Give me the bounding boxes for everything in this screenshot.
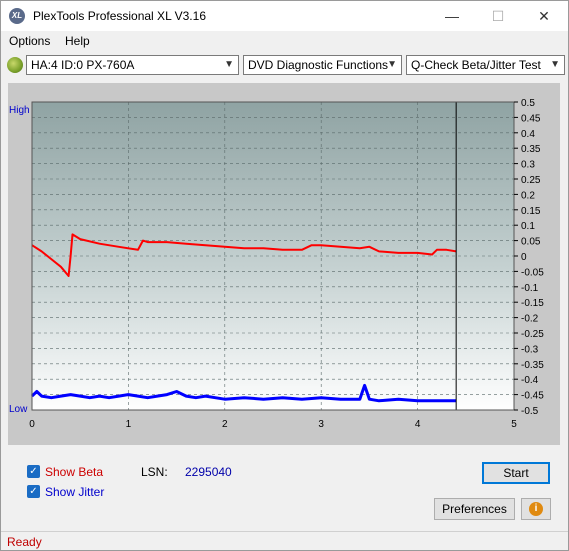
info-button[interactable]: i	[521, 498, 551, 520]
x-tick-label: 4	[415, 419, 421, 430]
y-tick-label: 0.3	[521, 160, 535, 171]
status-bar: Ready	[1, 531, 568, 551]
y-tick-label: -0.3	[521, 344, 539, 355]
y-tick-label: 0	[521, 252, 527, 263]
high-label: High	[9, 105, 30, 116]
x-tick-label: 0	[29, 419, 35, 430]
info-icon: i	[529, 502, 543, 516]
y-tick-label: -0.2	[521, 314, 539, 325]
maximize-button[interactable]: ☐	[475, 1, 521, 31]
y-axis-ticks: 0.5 0.45 0.4 0.35 0.3 0.25 0.2 0.15 0.1 0.05 0 -0.0…	[514, 98, 544, 417]
show-beta-label[interactable]: Show Beta	[45, 465, 103, 479]
grid-lines	[31, 101, 515, 411]
chart-panel: 012345 0.5 0.45 0.4 0.35 0.3 0.25 0.2 0.15 0.1 0.…	[8, 83, 560, 445]
show-jitter-checkbox[interactable]: ✓	[27, 485, 40, 498]
preferences-button[interactable]: Preferences	[434, 498, 515, 520]
test-select-value: Q-Check Beta/Jitter Test	[411, 58, 541, 72]
start-button[interactable]: Start	[482, 462, 550, 484]
menu-help[interactable]: Help	[65, 34, 90, 48]
y-tick-label: 0.45	[521, 113, 541, 124]
menu-bar: Options Help	[1, 32, 568, 52]
y-tick-label: -0.1	[521, 283, 539, 294]
function-select[interactable]: DVD Diagnostic Functions ▼	[243, 55, 402, 75]
y-tick-label: -0.15	[521, 298, 544, 309]
y-tick-label: -0.25	[521, 329, 544, 340]
test-select[interactable]: Q-Check Beta/Jitter Test ▼	[406, 55, 565, 75]
y-tick-label: 0.4	[521, 129, 535, 140]
y-tick-label: 0.5	[521, 98, 535, 109]
x-tick-label: 2	[222, 419, 228, 430]
x-tick-label: 5	[511, 419, 517, 430]
y-tick-label: 0.1	[521, 221, 535, 232]
app-window: XL PlexTools Professional XL V3.16 — ☐ ✕…	[0, 0, 569, 551]
y-tick-label: 0.35	[521, 144, 541, 155]
x-tick-label: 1	[126, 419, 132, 430]
y-tick-label: -0.05	[521, 267, 544, 278]
close-button[interactable]: ✕	[521, 1, 567, 31]
show-beta-checkbox[interactable]: ✓	[27, 465, 40, 478]
title-bar[interactable]: XL PlexTools Professional XL V3.16 — ☐ ✕	[1, 1, 568, 31]
app-icon: XL	[9, 8, 25, 24]
y-tick-label: 0.25	[521, 175, 541, 186]
y-tick-label: 0.05	[521, 237, 541, 248]
window-title: PlexTools Professional XL V3.16	[33, 9, 206, 23]
menu-options[interactable]: Options	[9, 34, 50, 48]
y-tick-label: -0.4	[521, 375, 539, 386]
minimize-button[interactable]: —	[429, 1, 475, 31]
chevron-down-icon: ▼	[387, 59, 397, 70]
chevron-down-icon: ▼	[224, 59, 234, 70]
controls-panel: ✓ Show Beta ✓ Show Jitter LSN: 2295040 S…	[1, 451, 568, 531]
toolbar: HA:4 ID:0 PX-760A ▼ DVD Diagnostic Funct…	[1, 53, 568, 79]
x-axis-ticks: 0 1 2 3 4 5	[29, 419, 517, 430]
y-tick-label: -0.45	[521, 391, 544, 402]
drive-select-value: HA:4 ID:0 PX-760A	[31, 58, 135, 72]
y-tick-label: 0.15	[521, 206, 541, 217]
status-text: Ready	[7, 535, 42, 549]
low-label: Low	[9, 404, 28, 415]
lsn-label: LSN:	[141, 465, 168, 479]
drive-select[interactable]: HA:4 ID:0 PX-760A ▼	[26, 55, 239, 75]
disc-drive-icon	[7, 57, 23, 73]
lsn-value: 2295040	[185, 465, 232, 479]
y-tick-label: 0.2	[521, 190, 535, 201]
y-tick-label: -0.5	[521, 406, 539, 417]
function-select-value: DVD Diagnostic Functions	[248, 58, 389, 72]
y-tick-label: -0.35	[521, 360, 544, 371]
chevron-down-icon: ▼	[550, 59, 560, 70]
beta-jitter-chart: 012345 0.50.450.40.350.30.250.20.150.10.…	[9, 98, 544, 430]
x-tick-label: 3	[318, 419, 324, 430]
show-jitter-label[interactable]: Show Jitter	[45, 485, 104, 499]
